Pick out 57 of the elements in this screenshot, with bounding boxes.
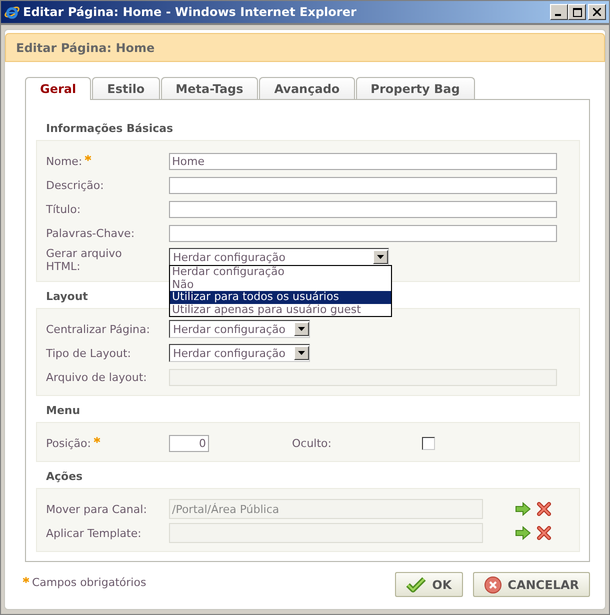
tab[interactable]: Geral	[25, 77, 92, 100]
required-icon	[85, 155, 92, 161]
caret-icon	[298, 327, 305, 331]
delete-icon[interactable]	[537, 502, 551, 516]
caret-icon	[377, 255, 384, 259]
section-heading: Menu	[45, 403, 82, 419]
dropdown-option[interactable]: Herdar configuração	[170, 266, 391, 278]
text-field[interactable]	[169, 200, 557, 218]
dropdown[interactable]: Herdar configuração	[169, 248, 389, 266]
tab[interactable]: Meta-Tags	[160, 77, 258, 99]
field-label: Centralizar Página:	[46, 322, 150, 338]
required-note: Campos obrigatórios	[32, 576, 146, 589]
text-field[interactable]: Home	[169, 152, 557, 170]
tab[interactable]: Avançado	[259, 77, 355, 99]
arrow-right-icon[interactable]	[515, 502, 531, 516]
field-label: Arquivo de layout:	[46, 370, 147, 386]
field-label: Título:	[46, 202, 81, 218]
required-icon	[23, 577, 29, 583]
text-field[interactable]	[169, 176, 557, 194]
dropdown[interactable]: Herdar configuração	[169, 344, 310, 362]
maximize-button[interactable]	[568, 4, 586, 20]
dropdown-option[interactable]: Utilizar apenas para usuário guest	[170, 304, 391, 316]
field-label: Oculto:	[292, 436, 332, 450]
cancel-icon	[484, 576, 502, 594]
field-label: Tipo de Layout:	[46, 346, 131, 362]
close-button[interactable]	[588, 4, 606, 20]
dropdown[interactable]: Herdar configuração	[169, 320, 310, 338]
dropdown-option[interactable]: Não	[170, 278, 391, 291]
maximize-icon	[572, 8, 582, 16]
field-label: Palavras-Chave:	[46, 226, 135, 242]
field-label: Mover para Canal:	[46, 502, 147, 518]
text-field[interactable]	[169, 224, 557, 242]
window-title: Editar Página: Home - Windows Internet Explorer	[23, 5, 358, 19]
field-label: Gerar arquivo HTML:	[46, 246, 123, 275]
dialog-title: Editar Página: Home	[16, 40, 155, 54]
checkbox[interactable]	[422, 436, 435, 450]
section-heading: Ações	[45, 469, 84, 485]
checkmark-icon	[406, 576, 426, 592]
browser-logo-icon	[4, 4, 20, 20]
field-label: Aplicar Template:	[46, 526, 142, 542]
cancel-button[interactable]: CANCELAR	[472, 572, 590, 597]
required-icon	[94, 437, 100, 443]
tab[interactable]: Estilo	[92, 77, 160, 99]
tab[interactable]: Property Bag	[356, 77, 475, 99]
arrow-right-icon[interactable]	[515, 526, 531, 540]
field-label: Posição:	[46, 436, 91, 452]
close-icon	[593, 8, 601, 16]
number-field[interactable]: 0	[169, 434, 209, 452]
delete-icon[interactable]	[537, 526, 551, 540]
field-label: Descrição:	[46, 178, 104, 194]
caret-icon	[298, 351, 305, 355]
minimize-button[interactable]	[550, 4, 568, 20]
section-heading: Informações Básicas	[45, 121, 174, 137]
ok-button[interactable]: OK	[395, 572, 463, 597]
section-heading: Layout	[45, 289, 89, 305]
dropdown-option[interactable]: Utilizar para todos os usuários	[170, 291, 391, 304]
field-label: Nome:	[46, 154, 82, 170]
